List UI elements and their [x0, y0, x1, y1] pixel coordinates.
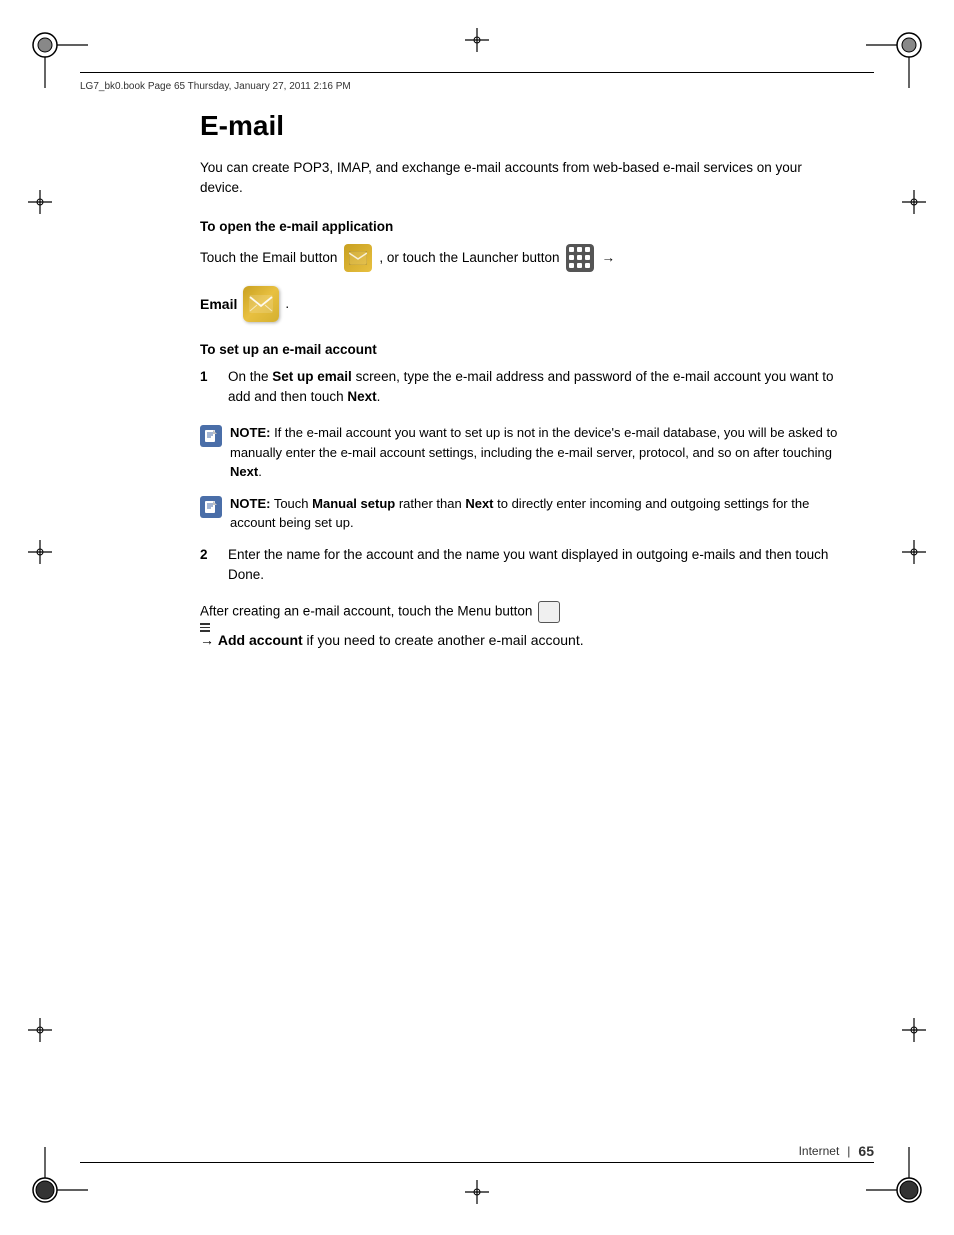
after-prefix: After creating an e-mail account, touch … [200, 604, 536, 619]
after-arrow: → [200, 632, 218, 648]
email-label-row: Email . [200, 286, 844, 322]
setup-steps-list: 1 On the Set up email screen, type the e… [200, 367, 844, 408]
footer-page-number: 65 [858, 1143, 874, 1159]
open-instruction-row: Touch the Email button , or touch the La… [200, 244, 844, 272]
cross-mark-right-top [902, 190, 926, 217]
note2-body: Touch [270, 496, 312, 511]
step1-number: 1 [200, 367, 220, 408]
note1-label: NOTE: [230, 425, 270, 440]
note-2-text: NOTE: Touch Manual setup rather than Nex… [230, 494, 844, 533]
cross-mark-top [465, 28, 489, 55]
email-label-text: Email [200, 296, 237, 312]
after-bold: Add account [218, 632, 303, 648]
header-bar: LG7_bk0.book Page 65 Thursday, January 2… [80, 72, 874, 92]
step1-bold2: Next [347, 389, 376, 404]
open-instruction-arrow: → [601, 250, 615, 265]
header-file-info: LG7_bk0.book Page 65 Thursday, January 2… [80, 81, 351, 92]
note1-end: . [258, 464, 262, 479]
cross-mark-right-mid [902, 540, 926, 567]
step2-text: Enter the name for the account and the n… [228, 545, 844, 586]
main-content: E-mail You can create POP3, IMAP, and ex… [200, 110, 844, 1115]
footer-divider: | [847, 1144, 850, 1158]
cross-mark-left-bot [28, 1018, 52, 1045]
step1-end: . [377, 389, 381, 404]
open-instruction-middle: , or touch the Launcher button [379, 250, 559, 265]
open-section-header: To open the e-mail application [200, 219, 844, 234]
email-app-icon [243, 286, 279, 322]
setup-step-1: 1 On the Set up email screen, type the e… [200, 367, 844, 408]
step1-text: On the Set up email screen, type the e-m… [228, 367, 844, 408]
footer-bar: Internet | 65 [80, 1143, 874, 1163]
footer-section-label: Internet [799, 1144, 840, 1158]
setup-section-header: To set up an e-mail account [200, 342, 844, 357]
setup-steps-list-2: 2 Enter the name for the account and the… [200, 545, 844, 586]
note-icon-1 [200, 425, 222, 447]
after-creating-text: After creating an e-mail account, touch … [200, 601, 844, 623]
setup-step-2: 2 Enter the name for the account and the… [200, 545, 844, 586]
note1-bold: Next [230, 464, 258, 479]
note-block-1: NOTE: If the e-mail account you want to … [200, 423, 844, 482]
intro-paragraph: You can create POP3, IMAP, and exchange … [200, 158, 844, 199]
cross-mark-left-top [28, 190, 52, 217]
step1-bold: Set up email [272, 369, 352, 384]
step1-prefix: On the [228, 369, 272, 384]
note2-text2: rather than [395, 496, 465, 511]
note-icon-2 [200, 496, 222, 518]
after-end: if you need to create another e-mail acc… [303, 632, 584, 648]
note2-label: NOTE: [230, 496, 270, 511]
open-instruction-before: Touch the Email button [200, 250, 337, 265]
note2-bold1: Manual setup [312, 496, 395, 511]
note-block-2: NOTE: Touch Manual setup rather than Nex… [200, 494, 844, 533]
launcher-button-icon [566, 244, 594, 272]
note-1-text: NOTE: If the e-mail account you want to … [230, 423, 844, 482]
step2-number: 2 [200, 545, 220, 586]
note1-body: If the e-mail account you want to set up… [230, 425, 837, 460]
cross-mark-right-bot [902, 1018, 926, 1045]
cross-mark-bottom [465, 1180, 489, 1207]
menu-button-icon [538, 601, 560, 623]
page-title: E-mail [200, 110, 844, 142]
note2-bold2: Next [465, 496, 493, 511]
email-label-period: . [285, 296, 289, 311]
email-button-icon [344, 244, 372, 272]
cross-mark-left-mid [28, 540, 52, 567]
